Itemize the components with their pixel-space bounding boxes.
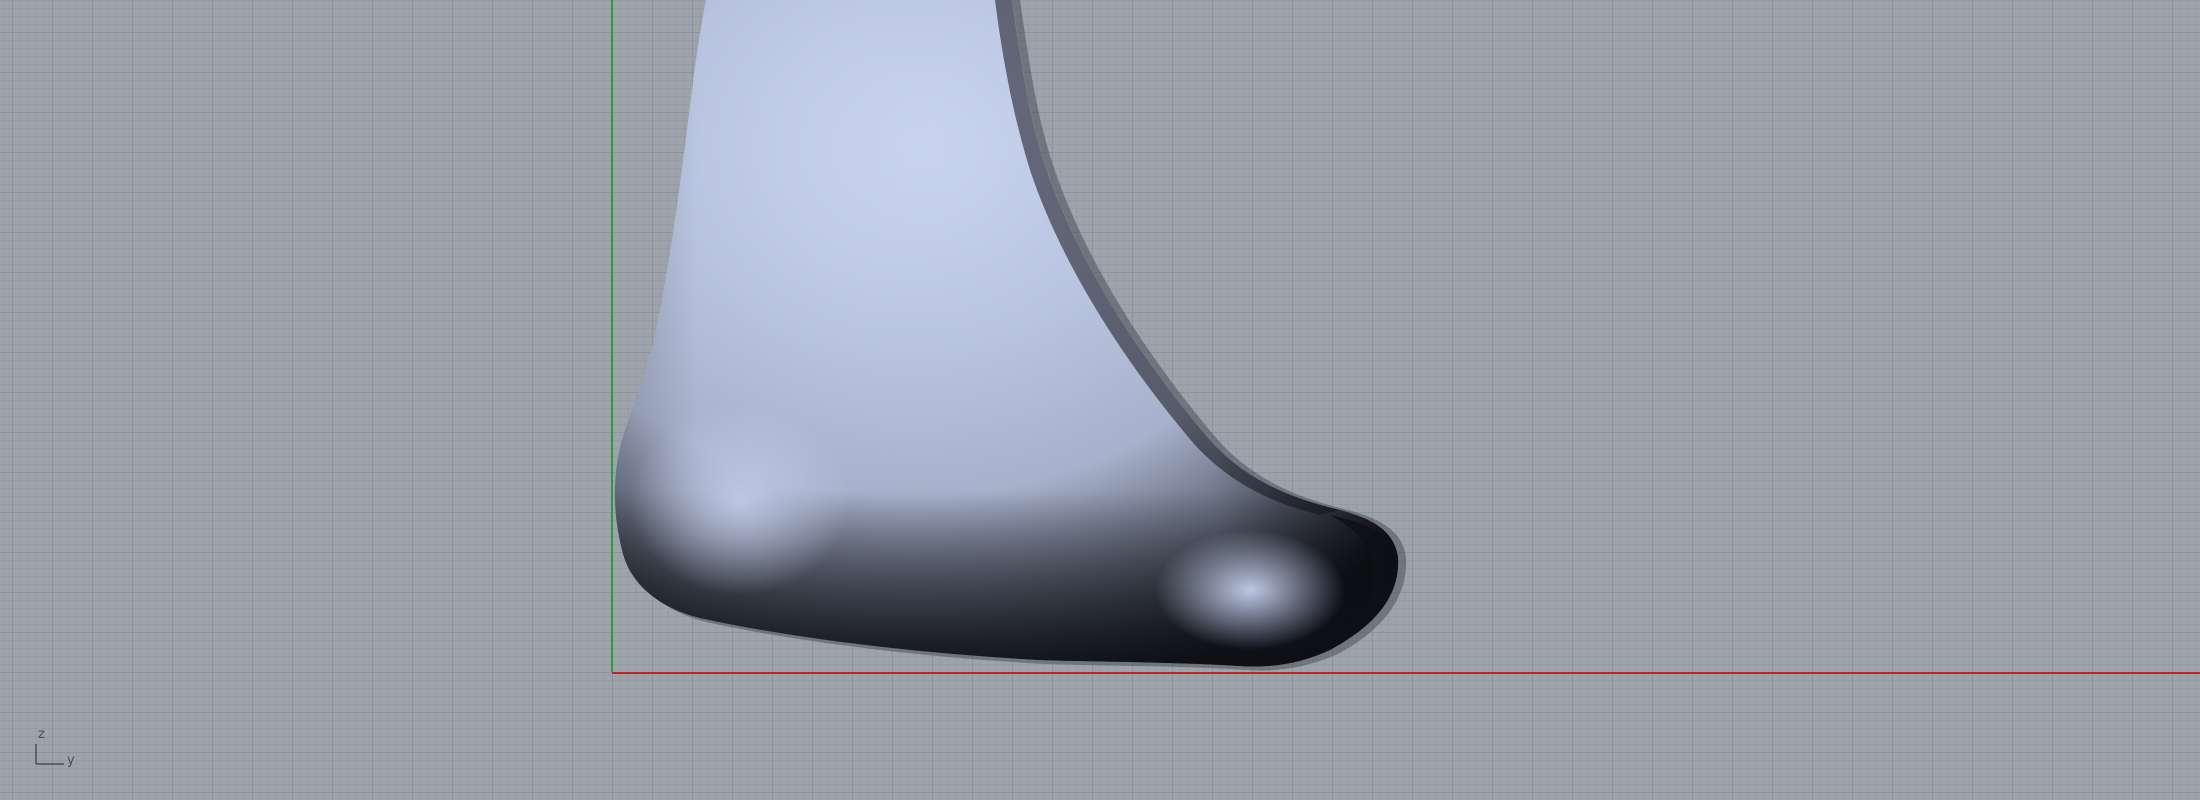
viewport-canvas[interactable]: z y [0, 0, 2200, 800]
axis-label-y: y [67, 753, 75, 768]
3d-viewport[interactable]: z y [0, 0, 2200, 800]
axis-label-z: z [38, 727, 45, 742]
